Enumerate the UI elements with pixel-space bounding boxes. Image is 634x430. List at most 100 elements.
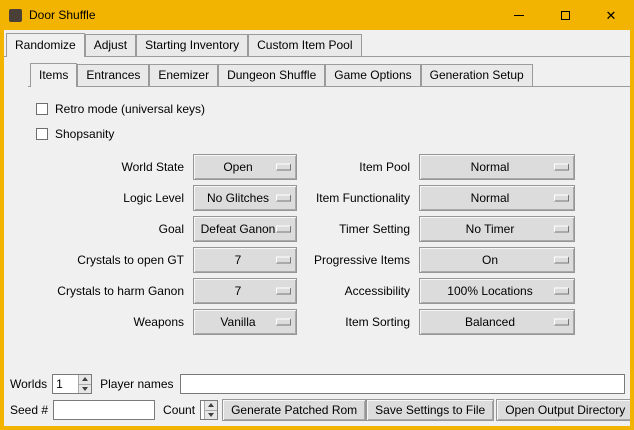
save-settings-button[interactable]: Save Settings to File — [366, 399, 494, 421]
main-tabbar: Randomize Adjust Starting Inventory Cust… — [4, 33, 630, 57]
player-names-input[interactable] — [180, 374, 626, 394]
item-functionality-dropdown[interactable]: Normal — [419, 185, 575, 211]
tab-entrances[interactable]: Entrances — [77, 64, 149, 86]
maximize-icon — [561, 11, 570, 20]
world-state-dropdown[interactable]: Open — [193, 154, 297, 180]
progressive-items-value: On — [482, 253, 512, 267]
timer-setting-dropdown[interactable]: No Timer — [419, 216, 575, 242]
crystals-harm-ganon-value: 7 — [235, 284, 256, 298]
options-grid: World State Open Item Pool Normal Logic … — [50, 154, 630, 335]
tab-starting-inventory[interactable]: Starting Inventory — [136, 34, 248, 56]
close-icon: ✕ — [606, 9, 617, 22]
count-spin-up-button[interactable] — [205, 401, 217, 410]
accessibility-label: Accessibility — [304, 284, 412, 298]
sub-tabbar: Items Entrances Enemizer Dungeon Shuffle… — [28, 63, 630, 87]
minimize-button[interactable] — [496, 0, 542, 30]
crystals-open-gt-label: Crystals to open GT — [50, 253, 186, 267]
checkbox-section: Retro mode (universal keys) Shopsanity — [36, 98, 630, 145]
worlds-row: Worlds Player names — [10, 374, 625, 394]
goal-dropdown[interactable]: Defeat Ganon — [193, 216, 297, 242]
app-icon — [9, 9, 22, 22]
timer-setting-value: No Timer — [466, 222, 529, 236]
worlds-spin-arrows — [78, 375, 91, 393]
logic-level-label: Logic Level — [50, 191, 186, 205]
dropdown-indicator-icon — [554, 319, 569, 326]
titlebar: Door Shuffle ✕ — [0, 0, 634, 30]
count-spin-down-button[interactable] — [205, 410, 217, 420]
item-sorting-label: Item Sorting — [304, 315, 412, 329]
retro-mode-checkbox-box[interactable] — [36, 103, 48, 115]
window-controls: ✕ — [496, 0, 634, 30]
weapons-label: Weapons — [50, 315, 186, 329]
tab-enemizer[interactable]: Enemizer — [149, 64, 218, 86]
count-spin-arrows — [204, 401, 217, 419]
door-shuffle-window: Door Shuffle ✕ Randomize Adjust Starting… — [0, 0, 634, 430]
progressive-items-label: Progressive Items — [304, 253, 412, 267]
item-pool-value: Normal — [471, 160, 524, 174]
timer-setting-label: Timer Setting — [304, 222, 412, 236]
worlds-spinner[interactable] — [52, 374, 92, 394]
item-sorting-value: Balanced — [465, 315, 529, 329]
world-state-label: World State — [50, 160, 186, 174]
arrow-down-icon — [208, 413, 214, 417]
arrow-down-icon — [82, 387, 88, 391]
crystals-open-gt-value: 7 — [235, 253, 256, 267]
minimize-icon — [514, 15, 524, 16]
progressive-items-dropdown[interactable]: On — [419, 247, 575, 273]
window-title: Door Shuffle — [29, 8, 96, 22]
logic-level-value: No Glitches — [207, 191, 283, 205]
dropdown-indicator-icon — [276, 319, 291, 326]
tab-randomize[interactable]: Randomize — [6, 33, 85, 57]
crystals-open-gt-dropdown[interactable]: 7 — [193, 247, 297, 273]
seed-input[interactable] — [53, 400, 155, 420]
goal-label: Goal — [50, 222, 186, 236]
retro-mode-checkbox[interactable]: Retro mode (universal keys) — [36, 98, 630, 120]
shopsanity-checkbox-label: Shopsanity — [55, 127, 114, 141]
client-area: Randomize Adjust Starting Inventory Cust… — [4, 30, 630, 426]
count-label: Count — [163, 403, 195, 417]
item-pool-label: Item Pool — [304, 160, 412, 174]
tab-custom-item-pool[interactable]: Custom Item Pool — [248, 34, 361, 56]
dropdown-indicator-icon — [276, 257, 291, 264]
dropdown-indicator-icon — [276, 195, 291, 202]
dropdown-indicator-icon — [276, 164, 291, 171]
item-pool-dropdown[interactable]: Normal — [419, 154, 575, 180]
maximize-button[interactable] — [542, 0, 588, 30]
arrow-up-icon — [208, 403, 214, 407]
worlds-spin-down-button[interactable] — [79, 384, 91, 394]
tab-items[interactable]: Items — [30, 63, 77, 87]
logic-level-dropdown[interactable]: No Glitches — [193, 185, 297, 211]
crystals-harm-ganon-dropdown[interactable]: 7 — [193, 278, 297, 304]
tab-game-options[interactable]: Game Options — [325, 64, 420, 86]
player-names-label: Player names — [100, 377, 173, 391]
tab-dungeon-shuffle[interactable]: Dungeon Shuffle — [218, 64, 325, 86]
tab-generation-setup[interactable]: Generation Setup — [421, 64, 533, 86]
count-spinner[interactable] — [200, 400, 218, 420]
arrow-up-icon — [82, 377, 88, 381]
worlds-label: Worlds — [10, 377, 47, 391]
open-output-directory-button[interactable]: Open Output Directory — [496, 399, 630, 421]
tab-adjust[interactable]: Adjust — [85, 34, 136, 56]
item-sorting-dropdown[interactable]: Balanced — [419, 309, 575, 335]
close-button[interactable]: ✕ — [588, 0, 634, 30]
shopsanity-checkbox[interactable]: Shopsanity — [36, 123, 630, 145]
dropdown-indicator-icon — [554, 257, 569, 264]
weapons-dropdown[interactable]: Vanilla — [193, 309, 297, 335]
shopsanity-checkbox-box[interactable] — [36, 128, 48, 140]
dropdown-indicator-icon — [554, 164, 569, 171]
worlds-spin-up-button[interactable] — [79, 375, 91, 384]
item-functionality-value: Normal — [471, 191, 524, 205]
accessibility-dropdown[interactable]: 100% Locations — [419, 278, 575, 304]
seed-label: Seed # — [10, 403, 48, 417]
weapons-value: Vanilla — [220, 315, 269, 329]
dropdown-indicator-icon — [276, 288, 291, 295]
world-state-value: Open — [223, 160, 266, 174]
item-functionality-label: Item Functionality — [304, 191, 412, 205]
dropdown-indicator-icon — [276, 226, 291, 233]
dropdown-indicator-icon — [554, 288, 569, 295]
generate-patched-rom-button[interactable]: Generate Patched Rom — [222, 399, 366, 421]
worlds-input[interactable] — [53, 375, 78, 393]
dropdown-indicator-icon — [554, 226, 569, 233]
retro-mode-checkbox-label: Retro mode (universal keys) — [55, 102, 205, 116]
crystals-harm-ganon-label: Crystals to harm Ganon — [50, 284, 186, 298]
